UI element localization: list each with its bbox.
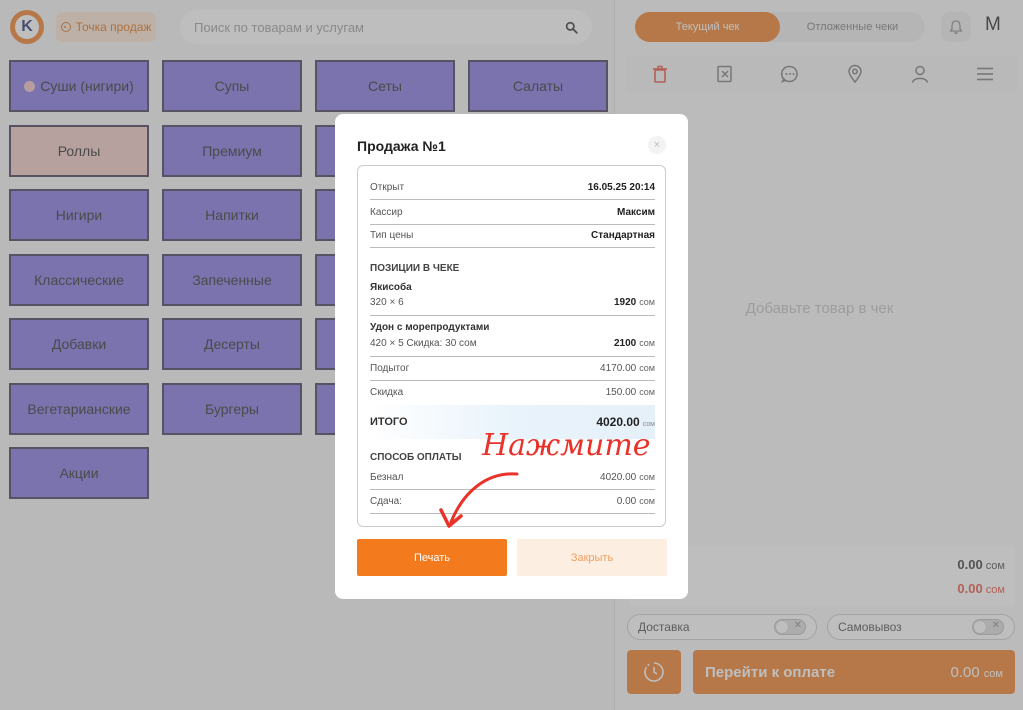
item-name: Удон с морепродуктами (370, 322, 490, 333)
discount-value: 150.00 (605, 387, 637, 398)
opened-row: Открыт 16.05.25 20:14 (370, 182, 655, 193)
item-unit: сом (639, 297, 655, 307)
discount-unit: сом (639, 387, 655, 397)
cashier-label: Кассир (370, 207, 403, 218)
annotation-text: Нажмите (482, 428, 651, 463)
item-amount: 2100 (613, 338, 637, 349)
price-type-value: Стандартная (591, 230, 655, 241)
item-detail: 320 × 6 (370, 297, 404, 308)
discount-row: Скидка 150.00 сом (370, 387, 655, 398)
divider (370, 247, 655, 248)
items-header: ПОЗИЦИИ В ЧЕКЕ (370, 263, 460, 274)
close-button[interactable]: Закрыть (517, 539, 667, 576)
change-value: 0.00 (616, 496, 637, 507)
item-amount: 1920 (613, 297, 637, 308)
subtotal-label: Подытог (370, 363, 410, 374)
cashier-value: Максим (617, 207, 655, 218)
dialog-close-icon[interactable]: × (648, 136, 666, 154)
grand-total-label: ИТОГО (370, 416, 408, 428)
grand-total-value: 4020.00 (596, 415, 640, 429)
annotation-arrow-icon (439, 472, 519, 528)
dialog-title: Продажа №1 (357, 138, 446, 154)
change-unit: сом (639, 496, 655, 506)
item-detail: 420 × 5 Скидка: 30 сом (370, 338, 477, 349)
cashless-value: 4020.00 (600, 472, 637, 483)
divider (370, 380, 655, 381)
divider (370, 315, 655, 316)
divider (370, 199, 655, 200)
item-unit: сом (639, 338, 655, 348)
item-row: 420 × 5 Скидка: 30 сом 2100 сом (370, 338, 655, 349)
grand-total-unit: сом (642, 421, 655, 428)
opened-label: Открыт (370, 182, 405, 193)
divider (370, 224, 655, 225)
discount-label: Скидка (370, 387, 404, 398)
subtotal-unit: сом (639, 363, 655, 373)
divider (370, 356, 655, 357)
opened-value: 16.05.25 20:14 (587, 182, 655, 193)
print-button[interactable]: Печать (357, 539, 507, 576)
cashier-row: Кассир Максим (370, 207, 655, 218)
subtotal-row: Подытог 4170.00 сом (370, 363, 655, 374)
item-name: Якисоба (370, 282, 412, 293)
subtotal-value: 4170.00 (600, 363, 637, 374)
price-type-row: Тип цены Стандартная (370, 230, 655, 241)
cashless-unit: сом (639, 472, 655, 482)
item-row: 320 × 6 1920 сом (370, 297, 655, 308)
price-type-label: Тип цены (370, 230, 414, 241)
